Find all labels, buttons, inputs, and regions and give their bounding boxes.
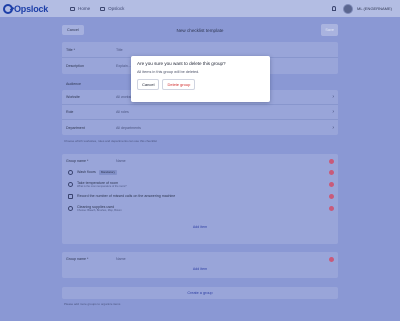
list-item[interactable]: Take temperature of room What is the roo…: [62, 178, 338, 190]
delete-group-icon[interactable]: [329, 256, 334, 262]
item-text: Record the number of missed calls on the…: [77, 194, 176, 198]
save-button[interactable]: Save: [321, 24, 338, 36]
page-header: Cancel New checklist template Save: [62, 23, 338, 37]
nav-home[interactable]: Home: [70, 6, 90, 11]
dialog-message: All items in this group will be deleted.: [137, 70, 200, 74]
delete-group-icon[interactable]: [329, 158, 334, 164]
description-label: Description: [66, 64, 84, 68]
delete-group-dialog: Are you sure you want to delete this gro…: [131, 56, 270, 102]
dialog-title: Are you sure you want to delete this gro…: [137, 61, 226, 66]
remove-item-icon[interactable]: [329, 193, 334, 199]
item-subtext: What is the room temperature of the room…: [77, 184, 127, 188]
chevron-right-icon: ›: [332, 94, 334, 100]
footer-hint: Please add more groups to organize items: [64, 302, 121, 306]
group-card: Group name * Name Add item: [62, 252, 338, 278]
nav-opslock[interactable]: Opslock: [100, 6, 124, 11]
item-subtext: Choose: Bleach, Brushes, Mop, Broom: [77, 208, 122, 212]
chevron-right-icon: ›: [332, 109, 334, 115]
description-input[interactable]: Explain...: [116, 64, 131, 68]
page-title: New checklist template: [176, 27, 224, 33]
role-label: Role: [66, 110, 74, 114]
group-name-field[interactable]: Group name * Name: [62, 254, 338, 264]
top-bar: Opslock Home Opslock ML (ENGERNAME): [0, 0, 400, 17]
item-text: Wash floors: [77, 170, 96, 174]
user-name[interactable]: ML (ENGERNAME): [357, 6, 392, 11]
role-value: All roles: [116, 110, 129, 114]
remove-item-icon[interactable]: [329, 169, 334, 175]
add-item-button[interactable]: Add item: [62, 222, 338, 232]
list-item[interactable]: Record the number of missed calls on the…: [62, 190, 338, 202]
nav-home-label: Home: [78, 6, 91, 11]
number-icon: [68, 193, 73, 199]
nav-opslock-label: Opslock: [108, 6, 125, 11]
chevron-right-icon: ›: [332, 124, 334, 131]
worksite-label: Worksite: [66, 95, 80, 99]
list-choice-icon: [68, 205, 73, 211]
user-area: ML (ENGERNAME): [332, 3, 392, 14]
checkbox-icon: [68, 169, 73, 175]
group-name-input[interactable]: Name: [116, 257, 126, 261]
home-icon: [70, 6, 76, 11]
opslock-icon: [100, 6, 106, 11]
bell-icon[interactable]: [332, 6, 337, 11]
title-label: Title *: [66, 47, 76, 52]
title-input[interactable]: Title: [116, 48, 123, 52]
dialog-cancel-button[interactable]: Cancel: [137, 79, 160, 90]
remove-item-icon[interactable]: [329, 205, 334, 211]
list-item[interactable]: Cleaning supplies used Choose: Bleach, B…: [62, 202, 338, 214]
role-row[interactable]: Role All roles ›: [62, 105, 338, 120]
avatar[interactable]: [343, 3, 354, 14]
dialog-actions: Cancel Delete group: [137, 79, 264, 90]
opslock-logo-icon: [3, 3, 13, 14]
remove-item-icon[interactable]: [329, 181, 334, 187]
list-item[interactable]: Wash floors Mandatory: [62, 166, 338, 178]
group-name-label: Group name *: [66, 159, 89, 163]
add-item-button[interactable]: Add item: [62, 264, 338, 274]
group-name-field[interactable]: Group name * Name: [62, 156, 338, 166]
group-name-input[interactable]: Name: [116, 159, 126, 163]
delete-group-button[interactable]: Delete group: [162, 79, 196, 90]
department-value: All departments: [116, 125, 141, 130]
logo-text: Opslock: [14, 3, 49, 14]
group-name-label: Group name *: [66, 257, 89, 261]
department-label: Department: [66, 125, 85, 130]
audience-hint: Choose which worksites, roles and depart…: [64, 139, 157, 143]
group-card: Group name * Name Wash floors Mandatory …: [62, 154, 338, 244]
app-logo[interactable]: Opslock: [3, 3, 49, 14]
thermometer-icon: [68, 181, 73, 187]
mandatory-badge: Mandatory: [98, 169, 118, 175]
audience-heading: Audience: [66, 82, 81, 86]
create-group-button[interactable]: Create a group: [62, 287, 338, 299]
department-row[interactable]: Department All departments ›: [62, 120, 338, 135]
cancel-button[interactable]: Cancel: [62, 25, 84, 35]
